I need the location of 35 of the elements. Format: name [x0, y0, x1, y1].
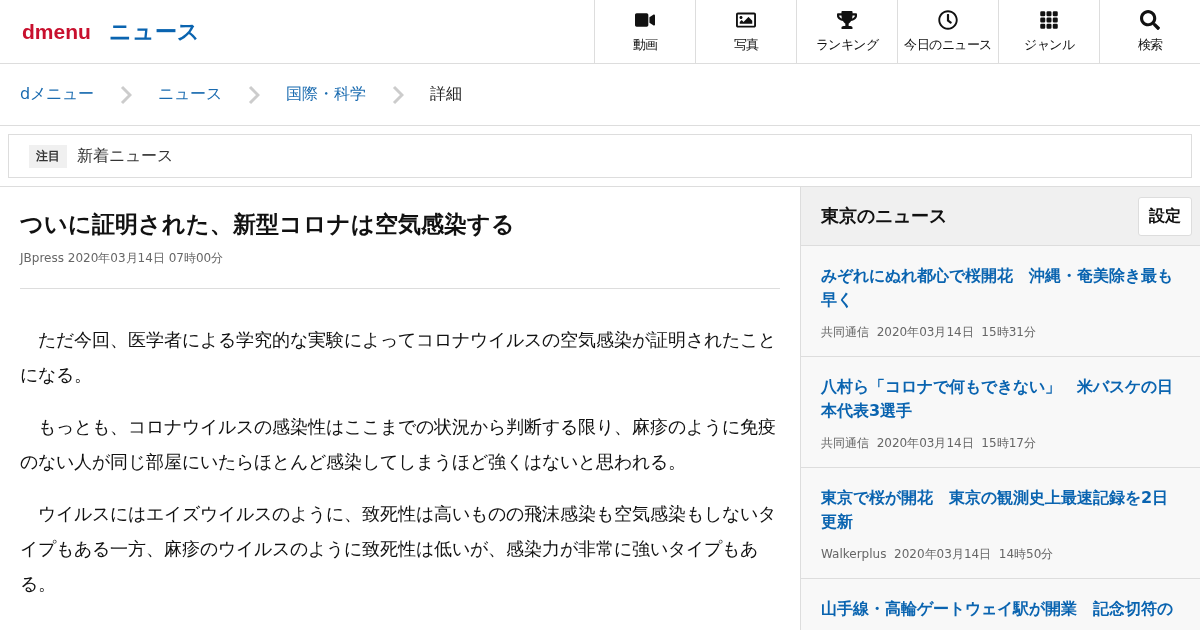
nav-item[interactable]: 検索: [1099, 0, 1200, 63]
nav-item[interactable]: 写真: [695, 0, 796, 63]
article-paragraph: もっとも、コロナウイルスの感染性はここまでの状況から判断する限り、麻疹のように免疫のない人が同じ部屋にいたらほとんど感染してしまうほど強くはないと思われる。: [20, 415, 777, 474]
breadcrumb-link[interactable]: 国際・科学: [286, 84, 367, 105]
sidebar-title: 東京のニュース: [821, 204, 947, 228]
nav-item[interactable]: 今日のニュース: [897, 0, 998, 63]
nav-item[interactable]: ジャンル: [998, 0, 1099, 63]
clock-icon: [938, 9, 958, 30]
grid-icon: [1039, 9, 1059, 30]
news-link[interactable]: 八村ら「コロナで何もできない」 米バスケの日本代表3選手: [821, 375, 1180, 423]
news-link[interactable]: 山手線・高輪ゲートウェイ駅が開業 記念切符の: [821, 597, 1180, 621]
article-title: ついに証明された、新型コロナは空気感染する: [20, 210, 516, 239]
chevron-icon: [120, 84, 133, 105]
news-meta: Walkerplus 2020年03月14日 14時50分: [821, 546, 1055, 563]
settings-button[interactable]: 設定: [1138, 196, 1192, 236]
section-title[interactable]: ニュース: [108, 16, 200, 47]
nav-item[interactable]: 動画: [594, 0, 695, 63]
breadcrumb-link[interactable]: dメニュー: [20, 84, 95, 105]
notice-link[interactable]: 新着ニュース: [77, 145, 173, 167]
current-page-label: 詳細: [430, 84, 463, 105]
nav-item[interactable]: ランキング: [796, 0, 897, 63]
news-link[interactable]: 東京で桜が開花 東京の観測史上最速記録を2日更新: [821, 486, 1180, 534]
chevron-icon: [392, 84, 405, 105]
news-meta: 共同通信 2020年03月14日 15時31分: [821, 324, 1037, 341]
article-paragraph: ウイルスにはエイズウイルスのように、致死性は高いものの飛沫感染も空気感染もしないタイプもある一方、麻疹のウイルスのように致死性は低いが、感染力が非常に強いタイプもある。: [20, 502, 777, 596]
breadcrumb-link[interactable]: ニュース: [158, 84, 223, 105]
trophy-icon: [837, 9, 857, 30]
article-paragraph: ただ今回、医学者による学究的な実験によってコロナウイルスの空気感染が証明されたことになる。: [20, 328, 777, 387]
news-meta: 共同通信 2020年03月14日 15時17分: [821, 435, 1037, 452]
search-icon: [1140, 9, 1160, 30]
chevron-icon: [248, 84, 261, 105]
news-link[interactable]: みぞれにぬれ都心で桜開花 沖縄・奄美除き最も早く: [821, 264, 1180, 312]
dmenu-logo[interactable]: dmenu: [22, 19, 91, 44]
article-meta: JBpress 2020年03月14日 07時00分: [20, 250, 780, 289]
notice-tag: 注目: [29, 144, 67, 168]
